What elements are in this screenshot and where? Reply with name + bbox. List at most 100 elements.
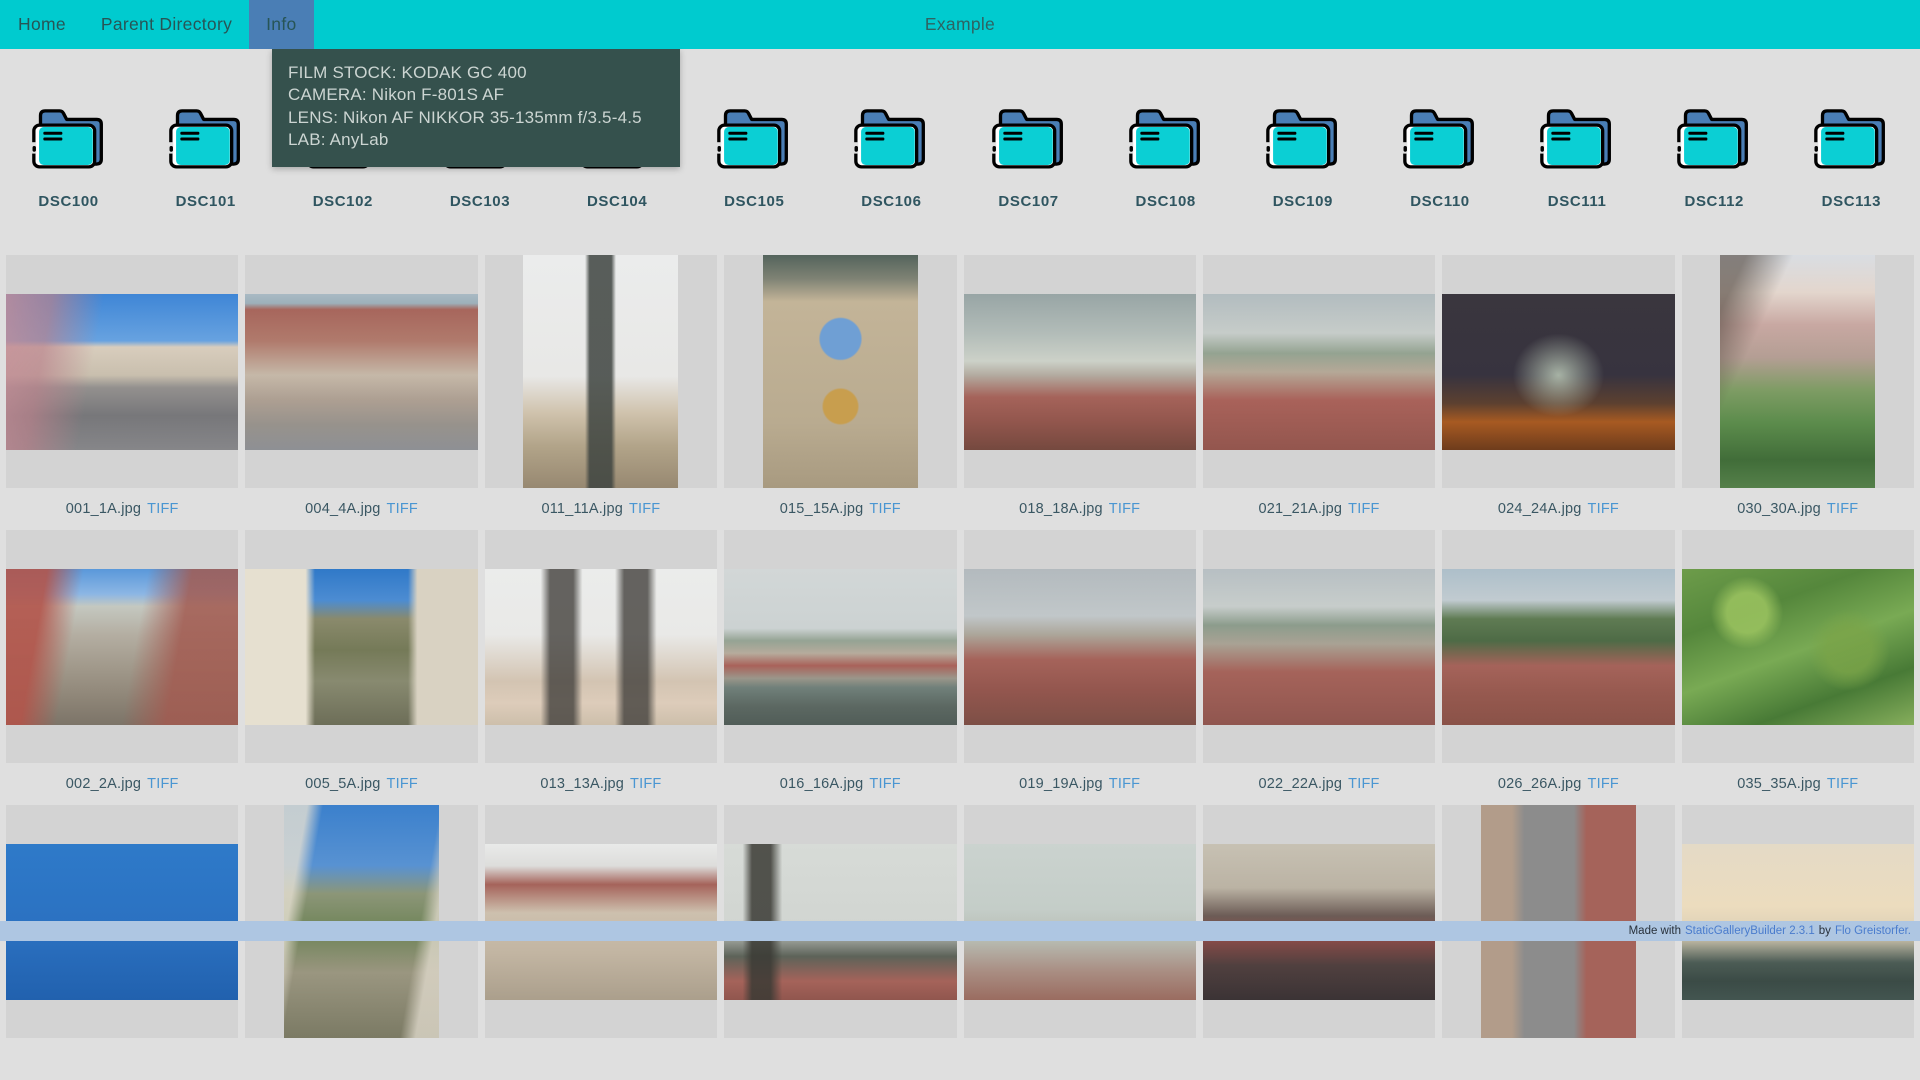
photo-thumbnail[interactable] xyxy=(964,255,1196,488)
folder-item-dsc101[interactable]: DSC101 xyxy=(137,104,274,255)
folder-item-dsc109[interactable]: DSC109 xyxy=(1234,104,1371,255)
photo-thumbnail[interactable] xyxy=(1682,530,1914,763)
folder-item-dsc100[interactable]: DSC100 xyxy=(0,104,137,255)
footer-made-with: Made with xyxy=(1629,925,1681,937)
photo-filename: 016_16A.jpg xyxy=(780,776,864,792)
tiff-link[interactable]: TIFF xyxy=(1109,501,1140,517)
gallery-item xyxy=(724,805,956,1080)
photo-filename: 026_26A.jpg xyxy=(1498,776,1582,792)
builder-link[interactable]: StaticGalleryBuilder 2.3.1 xyxy=(1685,925,1815,937)
folder-label: DSC112 xyxy=(1685,193,1744,210)
gallery-item: 016_16A.jpg TIFF xyxy=(724,530,956,805)
photo-image xyxy=(724,569,956,725)
gallery-item: 021_21A.jpg TIFF xyxy=(1203,255,1435,530)
photo-caption: 016_16A.jpg TIFF xyxy=(724,763,956,805)
gallery-item xyxy=(6,805,238,1080)
nav-item-parent-directory[interactable]: Parent Directory xyxy=(101,0,232,49)
photo-caption: 019_19A.jpg TIFF xyxy=(964,763,1196,805)
photo-image xyxy=(6,569,238,725)
folder-label: DSC111 xyxy=(1548,193,1607,210)
tiff-link[interactable]: TIFF xyxy=(1827,501,1858,517)
photo-thumbnail[interactable] xyxy=(245,255,477,488)
tiff-link[interactable]: TIFF xyxy=(147,501,178,517)
photo-thumbnail[interactable] xyxy=(724,255,956,488)
folder-label: DSC101 xyxy=(176,193,236,210)
photo-filename: 018_18A.jpg xyxy=(1019,501,1103,517)
footer-bar: Made with StaticGalleryBuilder 2.3.1 by … xyxy=(0,921,1920,941)
folder-item-dsc105[interactable]: DSC105 xyxy=(686,104,823,255)
tiff-link[interactable]: TIFF xyxy=(1827,776,1858,792)
folder-label: DSC113 xyxy=(1822,193,1881,210)
photo-thumbnail[interactable] xyxy=(1442,530,1674,763)
photo-image xyxy=(1720,255,1875,488)
folder-label: DSC110 xyxy=(1410,193,1469,210)
tiff-link[interactable]: TIFF xyxy=(630,776,661,792)
photo-filename: 019_19A.jpg xyxy=(1019,776,1103,792)
folder-label: DSC107 xyxy=(998,193,1058,210)
photo-caption: 004_4A.jpg TIFF xyxy=(245,488,477,530)
photo-thumbnail[interactable] xyxy=(6,530,238,763)
folder-label: DSC102 xyxy=(313,193,373,210)
gallery-item: 013_13A.jpg TIFF xyxy=(485,530,717,805)
tiff-link[interactable]: TIFF xyxy=(1109,776,1140,792)
folder-item-dsc113[interactable]: DSC113 xyxy=(1783,104,1920,255)
gallery-grid: 001_1A.jpg TIFF 004_4A.jpg TIFF 011_11A.… xyxy=(0,255,1920,1080)
photo-thumbnail[interactable] xyxy=(6,255,238,488)
gallery-item xyxy=(1203,805,1435,1080)
folder-label: DSC104 xyxy=(587,193,647,210)
tiff-link[interactable]: TIFF xyxy=(869,501,900,517)
photo-filename: 015_15A.jpg xyxy=(780,501,864,517)
tiff-link[interactable]: TIFF xyxy=(1348,501,1379,517)
photo-thumbnail[interactable] xyxy=(485,530,717,763)
photo-caption: 030_30A.jpg TIFF xyxy=(1682,488,1914,530)
gallery-item: 001_1A.jpg TIFF xyxy=(6,255,238,530)
folder-item-dsc110[interactable]: DSC110 xyxy=(1371,104,1508,255)
photo-thumbnail[interactable] xyxy=(485,255,717,488)
photo-thumbnail[interactable] xyxy=(245,530,477,763)
folder-icon xyxy=(31,104,107,169)
folder-item-dsc111[interactable]: DSC111 xyxy=(1509,104,1646,255)
gallery-item: 011_11A.jpg TIFF xyxy=(485,255,717,530)
folder-item-dsc108[interactable]: DSC108 xyxy=(1097,104,1234,255)
photo-thumbnail[interactable] xyxy=(1203,255,1435,488)
photo-caption: 024_24A.jpg TIFF xyxy=(1442,488,1674,530)
photo-image xyxy=(964,294,1196,450)
author-link[interactable]: Flo Greistorfer. xyxy=(1835,925,1911,937)
photo-image xyxy=(1203,294,1435,450)
tiff-link[interactable]: TIFF xyxy=(387,776,418,792)
nav-item-home[interactable]: Home xyxy=(18,0,66,49)
gallery-item: 022_22A.jpg TIFF xyxy=(1203,530,1435,805)
photo-thumbnail[interactable] xyxy=(1442,255,1674,488)
photo-thumbnail[interactable] xyxy=(1203,530,1435,763)
photo-thumbnail[interactable] xyxy=(724,530,956,763)
photo-image xyxy=(485,569,717,725)
tiff-link[interactable]: TIFF xyxy=(147,776,178,792)
photo-caption: 011_11A.jpg TIFF xyxy=(485,488,717,530)
folder-item-dsc107[interactable]: DSC107 xyxy=(960,104,1097,255)
tiff-link[interactable]: TIFF xyxy=(387,501,418,517)
photo-caption: 021_21A.jpg TIFF xyxy=(1203,488,1435,530)
folder-item-dsc106[interactable]: DSC106 xyxy=(823,104,960,255)
nav-item-info[interactable]: Info xyxy=(249,0,313,49)
photo-image xyxy=(763,255,918,488)
tiff-link[interactable]: TIFF xyxy=(1348,776,1379,792)
photo-thumbnail[interactable] xyxy=(1682,255,1914,488)
folder-label: DSC100 xyxy=(38,193,98,210)
folder-label: DSC108 xyxy=(1136,193,1196,210)
photo-thumbnail[interactable] xyxy=(964,530,1196,763)
tooltip-line: LAB: AnyLab xyxy=(288,129,664,151)
folder-item-dsc112[interactable]: DSC112 xyxy=(1646,104,1783,255)
gallery-item xyxy=(1442,805,1674,1080)
tiff-link[interactable]: TIFF xyxy=(1588,501,1619,517)
photo-filename: 002_2A.jpg xyxy=(66,776,141,792)
tooltip-line: LENS: Nikon AF NIKKOR 35-135mm f/3.5-4.5 xyxy=(288,107,664,129)
nav-links: Home Parent Directory Info xyxy=(0,0,314,49)
tiff-link[interactable]: TIFF xyxy=(629,501,660,517)
tiff-link[interactable]: TIFF xyxy=(869,776,900,792)
photo-filename: 005_5A.jpg xyxy=(305,776,380,792)
photo-image xyxy=(245,294,477,450)
tiff-link[interactable]: TIFF xyxy=(1588,776,1619,792)
folder-label: DSC103 xyxy=(450,193,510,210)
photo-caption: 026_26A.jpg TIFF xyxy=(1442,763,1674,805)
gallery-item xyxy=(245,805,477,1080)
